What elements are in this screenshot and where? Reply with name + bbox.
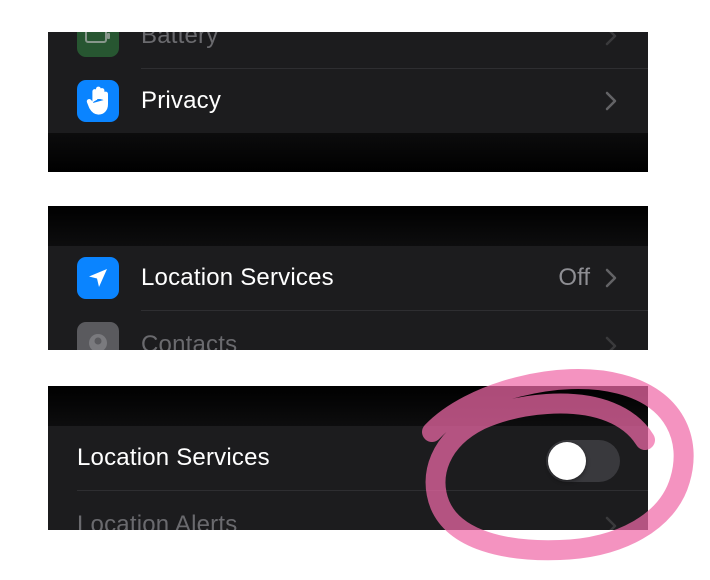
settings-row-location-alerts[interactable]: Location Alerts [48, 491, 648, 530]
chevron-right-icon [605, 91, 617, 111]
location-services-value: Off [558, 264, 590, 291]
settings-row-location-services[interactable]: Location Services Off [48, 246, 648, 310]
privacy-label: Privacy [141, 87, 222, 114]
settings-row-location-services-toggle: Location Services [48, 426, 648, 490]
chevron-right-icon [605, 32, 617, 46]
settings-panel-privacy-list: Location Services Off Contacts [48, 206, 648, 350]
settings-row-contacts[interactable]: Contacts [48, 311, 648, 350]
battery-icon [77, 32, 119, 57]
battery-label: Battery [141, 32, 219, 49]
location-arrow-icon [77, 257, 119, 299]
section-gap [48, 386, 648, 426]
location-alerts-label: Location Alerts [77, 511, 238, 530]
settings-row-privacy[interactable]: Privacy [48, 69, 648, 133]
section-gap [48, 206, 648, 246]
hand-raised-icon [77, 80, 119, 122]
location-services-toggle[interactable] [546, 440, 620, 482]
contacts-icon [77, 322, 119, 350]
settings-panel-location-services: Location Services Location Alerts [48, 386, 648, 530]
chevron-right-icon [605, 336, 617, 350]
chevron-right-icon [605, 516, 617, 530]
location-services-label: Location Services [141, 264, 334, 291]
settings-panel-privacy: Battery Privacy [48, 32, 648, 172]
section-gap [48, 133, 648, 172]
contacts-label: Contacts [141, 331, 238, 350]
toggle-knob [548, 442, 586, 480]
location-services-label: Location Services [77, 444, 270, 471]
settings-row-battery[interactable]: Battery [48, 32, 648, 68]
chevron-right-icon [605, 268, 617, 288]
